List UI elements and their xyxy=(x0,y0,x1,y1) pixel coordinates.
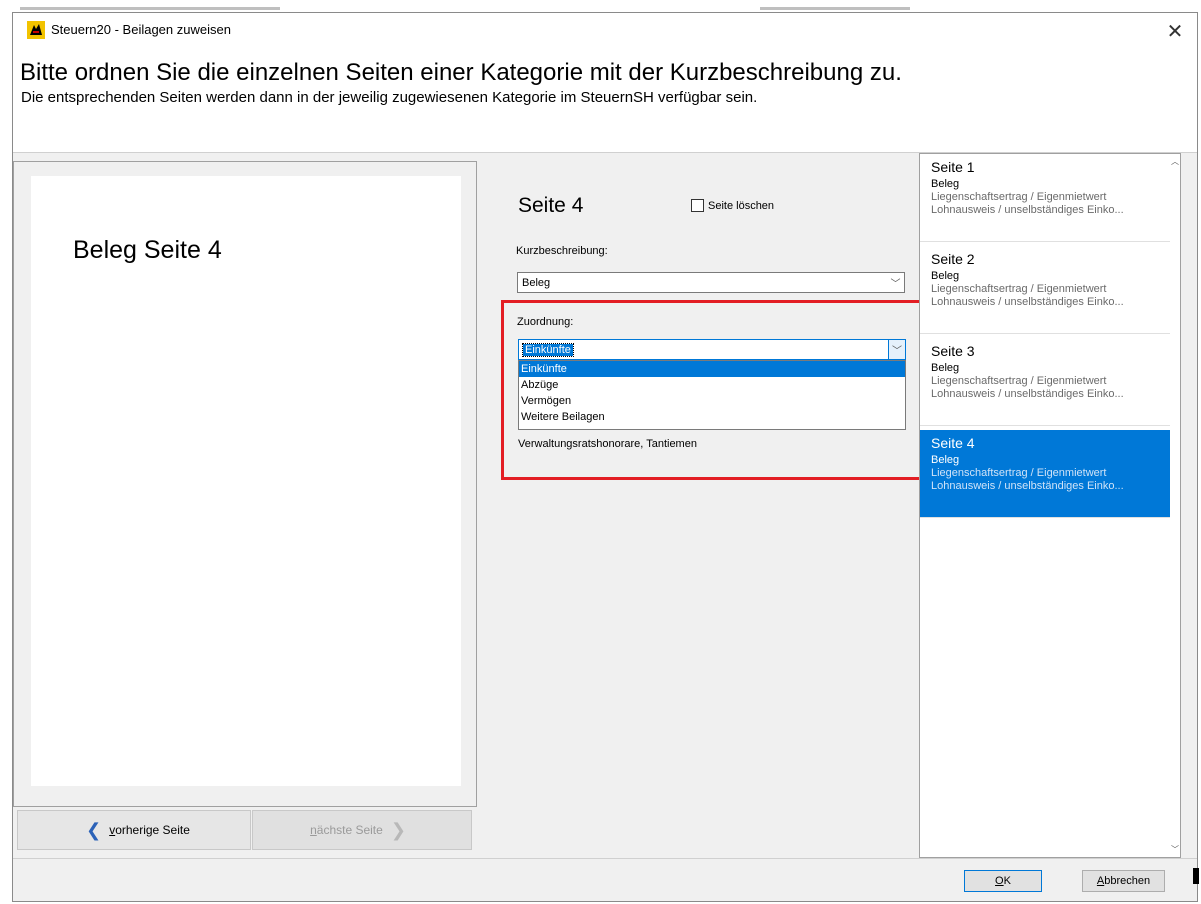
chevron-down-icon[interactable]: ﹀ xyxy=(887,273,904,292)
list-item-title: Seite 1 xyxy=(931,159,975,175)
next-page-label: nächste Seite xyxy=(310,823,383,837)
instruction-title: Bitte ordnen Sie die einzelnen Seiten ei… xyxy=(20,59,902,86)
dialog-window: Steuern20 - Beilagen zuweisen ✕ Bitte or… xyxy=(12,12,1198,902)
list-item-category: Lohnausweis / unselbständiges Einko... xyxy=(931,388,1124,400)
kurzbeschreibung-label: Kurzbeschreibung: xyxy=(516,245,608,257)
previous-page-button[interactable]: ❮ vorherige Seite xyxy=(17,810,251,850)
zuordnung-label: Zuordnung: xyxy=(517,316,574,328)
checkbox-box[interactable] xyxy=(691,199,704,212)
ok-label: OK xyxy=(995,875,1011,887)
kurzbeschreibung-combobox[interactable]: Beleg ﹀ xyxy=(517,272,905,293)
list-item-category: Lohnausweis / unselbständiges Einko... xyxy=(931,296,1124,308)
cancel-button[interactable]: Abbrechen xyxy=(1082,870,1165,892)
list-item-title: Seite 2 xyxy=(931,251,975,267)
window-title: Steuern20 - Beilagen zuweisen xyxy=(51,22,231,37)
kurzbeschreibung-value: Beleg xyxy=(522,276,551,289)
list-item-category: Liegenschaftsertrag / Eigenmietwert xyxy=(931,467,1107,479)
list-item-category: Lohnausweis / unselbständiges Einko... xyxy=(931,480,1124,492)
page-heading: Seite 4 xyxy=(518,194,584,217)
scroll-down-icon[interactable]: ﹀ xyxy=(1170,844,1180,855)
chevron-right-icon: ❯ xyxy=(390,820,406,840)
list-item[interactable]: Seite 1 Beleg Liegenschaftsertrag / Eige… xyxy=(920,154,1172,242)
list-item-selected[interactable]: Seite 4 Beleg Liegenschaftsertrag / Eige… xyxy=(920,430,1172,518)
dropdown-option-weitere-beilagen[interactable]: Weitere Beilagen xyxy=(519,409,905,425)
next-page-button[interactable]: nächste Seite ❯ xyxy=(252,810,472,850)
delete-page-checkbox[interactable]: Seite löschen xyxy=(691,199,774,212)
list-item-description: Beleg xyxy=(931,178,960,190)
background-bar xyxy=(760,7,910,10)
list-item-title: Seite 4 xyxy=(931,435,975,451)
page-preview-panel: Beleg Seite 4 xyxy=(13,161,477,807)
chevron-down-icon[interactable]: ﹀ xyxy=(888,340,905,359)
app-logo-icon xyxy=(27,21,45,39)
list-item-category: Lohnausweis / unselbständiges Einko... xyxy=(931,204,1124,216)
dropdown-option-einkuenfte[interactable]: Einkünfte xyxy=(519,361,905,377)
dropdown-option-abzuege[interactable]: Abzüge xyxy=(519,377,905,393)
list-item-description: Beleg xyxy=(931,362,960,374)
background-strip xyxy=(0,0,1201,12)
page-details-panel: Seite 4 Seite löschen Kurzbeschreibung: … xyxy=(485,161,923,851)
edge-mark xyxy=(1193,868,1199,884)
ok-button[interactable]: OK xyxy=(964,870,1042,892)
zuordnung-dropdown-list: Einkünfte Abzüge Vermögen Weitere Beilag… xyxy=(518,360,906,430)
list-item-description: Beleg xyxy=(931,270,960,282)
close-icon: ✕ xyxy=(1166,20,1184,43)
dropdown-option-vermoegen[interactable]: Vermögen xyxy=(519,393,905,409)
list-item-category: Liegenschaftsertrag / Eigenmietwert xyxy=(931,191,1107,203)
title-bar: Steuern20 - Beilagen zuweisen ✕ xyxy=(13,13,1197,49)
page-list: Seite 1 Beleg Liegenschaftsertrag / Eige… xyxy=(919,153,1181,858)
sub-category-text: Verwaltungsratshonorare, Tantiemen xyxy=(518,438,697,450)
close-button[interactable]: ✕ xyxy=(1153,13,1197,49)
background-bar xyxy=(20,7,280,10)
chevron-left-icon: ❮ xyxy=(86,820,102,840)
delete-page-label: Seite löschen xyxy=(708,199,775,212)
page-list-scrollbar[interactable]: ︿ ﹀ xyxy=(1170,154,1180,857)
zuordnung-value: Einkünfte xyxy=(522,342,574,357)
list-item-category: Liegenschaftsertrag / Eigenmietwert xyxy=(931,283,1107,295)
page-preview: Beleg Seite 4 xyxy=(31,176,461,786)
cancel-label: Abbrechen xyxy=(1096,875,1151,887)
list-item-category: Liegenschaftsertrag / Eigenmietwert xyxy=(931,375,1107,387)
list-item-description: Beleg xyxy=(931,454,960,466)
previous-page-label: vorherige Seite xyxy=(109,823,190,837)
zuordnung-combobox[interactable]: Einkünfte ﹀ xyxy=(518,339,906,360)
list-item[interactable]: Seite 3 Beleg Liegenschaftsertrag / Eige… xyxy=(920,338,1172,426)
scroll-up-icon[interactable]: ︿ xyxy=(1170,156,1180,167)
list-item[interactable]: Seite 2 Beleg Liegenschaftsertrag / Eige… xyxy=(920,246,1172,334)
list-item-title: Seite 3 xyxy=(931,343,975,359)
preview-text: Beleg Seite 4 xyxy=(73,236,222,264)
instruction-subtitle: Die entsprechenden Seiten werden dann in… xyxy=(21,89,758,106)
